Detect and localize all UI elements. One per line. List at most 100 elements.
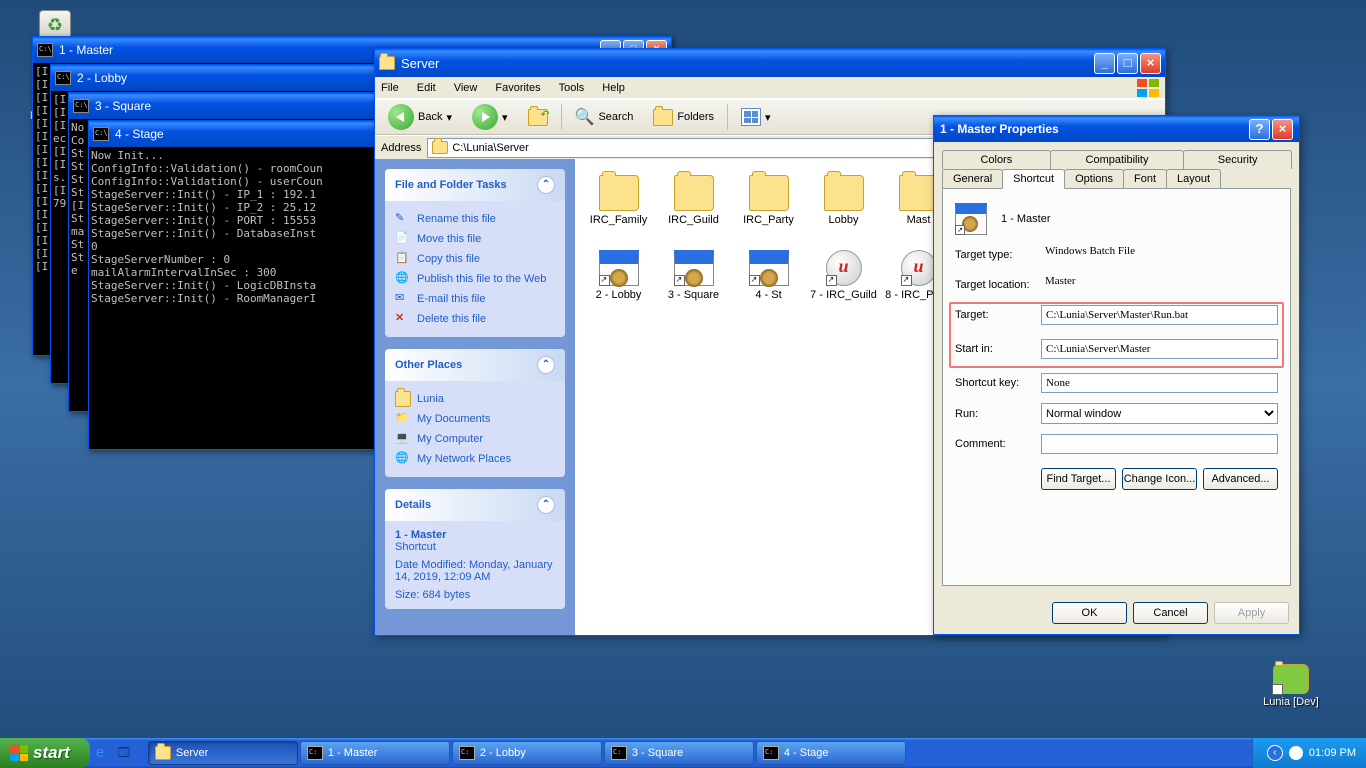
explorer-titlebar[interactable]: Server _ □ × xyxy=(375,49,1165,77)
task-publish[interactable]: 🌐 Publish this file to the Web xyxy=(395,269,555,289)
cancel-button[interactable]: Cancel xyxy=(1133,602,1208,624)
tasks-header[interactable]: File and Folder Tasks ⌃ xyxy=(385,169,565,201)
views-button[interactable]: ▾ xyxy=(734,104,778,130)
tab-colors[interactable]: Colors xyxy=(942,150,1051,169)
tab-shortcut[interactable]: Shortcut xyxy=(1002,169,1065,189)
file-label: 3 - Square xyxy=(658,289,729,301)
globe-icon: 🌐 xyxy=(395,271,411,287)
target-location-label: Target location: xyxy=(955,279,1041,291)
taskbar-item[interactable]: 2 - Lobby xyxy=(452,741,602,765)
back-button[interactable]: Back▾ xyxy=(381,100,459,134)
target-type-value: Windows Batch File xyxy=(1041,245,1278,265)
tab-security[interactable]: Security xyxy=(1183,150,1292,169)
folder-icon xyxy=(749,175,789,211)
folder-icon xyxy=(432,141,448,154)
chevron-up-icon[interactable]: ⌃ xyxy=(537,496,555,514)
tray-icon[interactable] xyxy=(1289,746,1303,760)
minimize-button[interactable]: _ xyxy=(1094,53,1115,74)
task-delete[interactable]: ✕Delete this file xyxy=(395,309,555,329)
tray-collapse-icon[interactable]: ‹ xyxy=(1267,745,1283,761)
find-target-button[interactable]: Find Target... xyxy=(1041,468,1116,490)
startin-input[interactable] xyxy=(1041,339,1278,359)
taskbar-item[interactable]: Server xyxy=(148,741,298,765)
task-label: Rename this file xyxy=(417,213,496,225)
file-item[interactable]: IRC_Guild xyxy=(656,171,731,246)
tab-compatibility[interactable]: Compatibility xyxy=(1050,150,1185,169)
file-item[interactable]: IRC_Family xyxy=(581,171,656,246)
properties-dialog[interactable]: 1 - Master Properties ? × Colors Compati… xyxy=(933,115,1300,635)
show-desktop-icon[interactable]: 🗔 xyxy=(118,744,136,762)
places-header[interactable]: Other Places⌃ xyxy=(385,349,565,381)
tab-options[interactable]: Options xyxy=(1064,169,1124,188)
run-select[interactable]: Normal window xyxy=(1041,403,1278,424)
file-item[interactable]: u7 - IRC_Guild xyxy=(806,246,881,321)
chevron-up-icon[interactable]: ⌃ xyxy=(537,356,555,374)
taskbar-item[interactable]: 1 - Master xyxy=(300,741,450,765)
up-button[interactable]: ↶ xyxy=(521,105,555,130)
menu-help[interactable]: Help xyxy=(602,82,625,94)
file-item[interactable]: 2 - Lobby xyxy=(581,246,656,321)
panel-title: File and Folder Tasks xyxy=(395,179,507,191)
place-network[interactable]: 🌐My Network Places xyxy=(395,449,555,469)
file-label: 4 - St xyxy=(733,289,804,301)
start-button[interactable]: start xyxy=(0,738,90,768)
task-email[interactable]: ✉E-mail this file xyxy=(395,289,555,309)
taskbar-item[interactable]: 4 - Stage xyxy=(756,741,906,765)
tab-general[interactable]: General xyxy=(942,169,1003,188)
taskbar-item[interactable]: 3 - Square xyxy=(604,741,754,765)
forward-button[interactable]: ▾ xyxy=(465,100,515,134)
task-copy[interactable]: 📋Copy this file xyxy=(395,249,555,269)
comment-input[interactable] xyxy=(1041,434,1278,454)
folders-button[interactable]: Folders xyxy=(646,105,721,130)
file-item[interactable]: 4 - St xyxy=(731,246,806,321)
help-button[interactable]: ? xyxy=(1249,119,1270,140)
folder-icon xyxy=(674,175,714,211)
close-button[interactable]: × xyxy=(1140,53,1161,74)
ie-icon[interactable]: e xyxy=(96,744,114,762)
details-header[interactable]: Details⌃ xyxy=(385,489,565,521)
target-input[interactable] xyxy=(1041,305,1278,325)
apply-button[interactable]: Apply xyxy=(1214,602,1289,624)
cmd-icon xyxy=(37,43,53,57)
desktop-icon-label: Lunia [Dev] xyxy=(1256,696,1326,708)
dropdown-icon: ▾ xyxy=(765,111,771,124)
move-icon: 📄 xyxy=(395,231,411,247)
task-move[interactable]: 📄Move this file xyxy=(395,229,555,249)
menu-favorites[interactable]: Favorites xyxy=(495,82,540,94)
search-button[interactable]: 🔍Search xyxy=(568,103,641,131)
change-icon-button[interactable]: Change Icon... xyxy=(1122,468,1197,490)
menu-view[interactable]: View xyxy=(454,82,478,94)
shortcutkey-input[interactable] xyxy=(1041,373,1278,393)
system-tray: ‹ 01:09 PM xyxy=(1252,738,1366,768)
views-icon xyxy=(741,108,761,126)
task-label: Publish this file to the Web xyxy=(417,273,546,285)
desktop-icon-lunia[interactable]: ↗ Lunia [Dev] xyxy=(1256,664,1326,708)
tab-font[interactable]: Font xyxy=(1123,169,1167,188)
tab-layout[interactable]: Layout xyxy=(1166,169,1221,188)
advanced-button[interactable]: Advanced... xyxy=(1203,468,1278,490)
chevron-up-icon[interactable]: ⌃ xyxy=(537,176,555,194)
file-item[interactable]: 3 - Square xyxy=(656,246,731,321)
file-label: IRC_Guild xyxy=(658,214,729,226)
comment-label: Comment: xyxy=(955,438,1041,450)
cmd-title-text: 3 - Square xyxy=(95,99,151,113)
file-item[interactable]: Lobby xyxy=(806,171,881,246)
ok-button[interactable]: OK xyxy=(1052,602,1127,624)
app-icon: u xyxy=(901,250,937,286)
run-label: Run: xyxy=(955,408,1041,420)
file-label: IRC_Party xyxy=(733,214,804,226)
place-mydocs[interactable]: 📁My Documents xyxy=(395,409,555,429)
shortcut-name: 1 - Master xyxy=(1001,213,1051,225)
menu-edit[interactable]: Edit xyxy=(417,82,436,94)
menu-tools[interactable]: Tools xyxy=(559,82,585,94)
task-rename[interactable]: ✎Rename this file xyxy=(395,209,555,229)
cmd-icon xyxy=(93,127,109,141)
place-mycomputer[interactable]: 💻My Computer xyxy=(395,429,555,449)
file-item[interactable]: IRC_Party xyxy=(731,171,806,246)
menu-file[interactable]: File xyxy=(381,82,399,94)
folder-icon: ↗ xyxy=(1273,664,1309,694)
maximize-button[interactable]: □ xyxy=(1117,53,1138,74)
close-button[interactable]: × xyxy=(1272,119,1293,140)
properties-titlebar[interactable]: 1 - Master Properties ? × xyxy=(934,116,1299,142)
place-lunia[interactable]: Lunia xyxy=(395,389,555,409)
